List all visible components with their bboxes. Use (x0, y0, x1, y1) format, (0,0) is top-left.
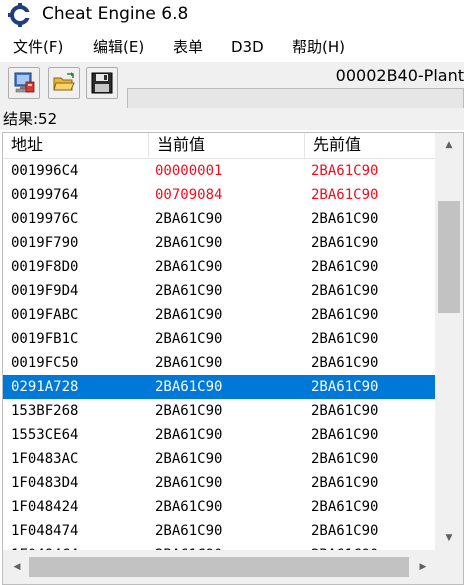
table-row[interactable]: 0019FB1C 2BA61C90 2BA61C90 (3, 327, 435, 351)
address-cell: 1F048474 (11, 523, 79, 539)
previous-value-cell: 2BA61C90 (311, 427, 379, 443)
previous-value-cell: 2BA61C90 (311, 355, 379, 371)
previous-value-cell: 2BA61C90 (311, 403, 379, 419)
previous-value-cell: 2BA61C90 (311, 451, 379, 467)
table-row[interactable]: 1F048424 2BA61C90 2BA61C90 (3, 495, 435, 519)
column-header-previous-value[interactable]: 先前值 (305, 133, 435, 159)
scroll-right-icon[interactable]: ▶ (413, 557, 433, 577)
address-cell: 00199764 (11, 187, 79, 203)
save-icon (91, 72, 113, 94)
toolbar: 00002B40-Plant (0, 62, 464, 110)
address-cell: 153BF268 (11, 403, 79, 419)
previous-value-cell: 2BA61C90 (311, 283, 379, 299)
menu-help[interactable]: 帮助(H) (292, 37, 345, 57)
scroll-left-icon[interactable]: ◀ (7, 557, 27, 577)
address-cell: 1F0483AC (11, 451, 79, 467)
current-value-cell: 2BA61C90 (155, 451, 223, 467)
address-cell: 0019FC50 (11, 355, 79, 371)
current-value-cell: 2BA61C90 (155, 259, 223, 275)
previous-value-cell: 2BA61C90 (311, 379, 379, 395)
current-value-cell: 2BA61C90 (155, 475, 223, 491)
vertical-scroll-thumb[interactable] (438, 201, 460, 313)
previous-value-cell: 2BA61C90 (311, 211, 379, 227)
address-cell: 001996C4 (11, 163, 79, 179)
menu-table[interactable]: 表单 (173, 37, 203, 57)
open-folder-icon (53, 72, 75, 91)
previous-value-cell: 2BA61C90 (311, 235, 379, 251)
scroll-up-icon[interactable]: ▲ (435, 135, 463, 155)
previous-value-cell: 2BA61C90 (311, 259, 379, 275)
horizontal-scroll-thumb[interactable] (29, 557, 409, 577)
table-row[interactable]: 001996C4 00000001 2BA61C90 (3, 159, 435, 183)
table-row[interactable]: 1553CE64 2BA61C90 2BA61C90 (3, 423, 435, 447)
address-cell: 0291A728 (11, 379, 79, 395)
table-row[interactable]: 0019F790 2BA61C90 2BA61C90 (3, 231, 435, 255)
table-row[interactable]: 1F048474 2BA61C90 2BA61C90 (3, 519, 435, 543)
menu-file[interactable]: 文件(F) (13, 37, 63, 57)
menu-edit[interactable]: 编辑(E) (93, 37, 144, 57)
current-value-cell: 2BA61C90 (155, 211, 223, 227)
list-header: 地址 当前值 先前值 (3, 133, 435, 159)
result-rows: 001996C4 00000001 2BA61C90 00199764 00709084… (3, 159, 435, 567)
window-title: Cheat Engine 6.8 (42, 4, 189, 24)
results-row: 结果:52 (0, 108, 464, 130)
address-cell: 0019FABC (11, 307, 79, 323)
menu-d3d[interactable]: D3D (231, 37, 264, 57)
previous-value-cell: 2BA61C90 (311, 499, 379, 515)
address-cell: 1553CE64 (11, 427, 79, 443)
table-row[interactable]: 1F0483D4 2BA61C90 2BA61C90 (3, 471, 435, 495)
current-value-cell: 2BA61C90 (155, 499, 223, 515)
scrollbar-corner (435, 550, 463, 584)
current-value-cell: 2BA61C90 (155, 379, 223, 395)
address-cell: 1F048424 (11, 499, 79, 515)
current-value-cell: 2BA61C90 (155, 427, 223, 443)
table-row[interactable]: 00199764 00709084 2BA61C90 (3, 183, 435, 207)
current-value-cell: 2BA61C90 (155, 235, 223, 251)
current-value-cell: 00000001 (155, 163, 223, 179)
column-header-address[interactable]: 地址 (3, 133, 149, 159)
table-row[interactable]: 153BF268 2BA61C90 2BA61C90 (3, 399, 435, 423)
menu-bar: 文件(F) 编辑(E) 表单 D3D 帮助(H) (0, 34, 464, 60)
attached-process-label: 00002B40-Plant (335, 66, 464, 85)
previous-value-cell: 2BA61C90 (311, 307, 379, 323)
current-value-cell: 2BA61C90 (155, 403, 223, 419)
table-row[interactable]: 0291A728 2BA61C90 2BA61C90 (3, 375, 435, 399)
results-list[interactable]: 地址 当前值 先前值 001996C4 00000001 2BA61C90 00199… (2, 132, 464, 585)
previous-value-cell: 2BA61C90 (311, 523, 379, 539)
address-cell: 0019976C (11, 211, 79, 227)
current-value-cell: 2BA61C90 (155, 523, 223, 539)
save-button[interactable] (86, 67, 118, 99)
table-row[interactable]: 0019F9D4 2BA61C90 2BA61C90 (3, 279, 435, 303)
select-process-button[interactable] (8, 67, 40, 99)
scan-progress-bar (127, 88, 464, 110)
table-row[interactable]: 0019FABC 2BA61C90 2BA61C90 (3, 303, 435, 327)
table-row[interactable]: 1F0483AC 2BA61C90 2BA61C90 (3, 447, 435, 471)
current-value-cell: 2BA61C90 (155, 283, 223, 299)
address-cell: 0019F790 (11, 235, 79, 251)
scroll-down-icon[interactable]: ▼ (435, 528, 463, 548)
table-row[interactable]: 0019976C 2BA61C90 2BA61C90 (3, 207, 435, 231)
previous-value-cell: 2BA61C90 (311, 331, 379, 347)
select-process-icon (14, 72, 35, 93)
address-cell: 0019F8D0 (11, 259, 79, 275)
title-bar[interactable]: Cheat Engine 6.8 (0, 0, 464, 30)
address-cell: 0019FB1C (11, 331, 79, 347)
address-cell: 1F0483D4 (11, 475, 79, 491)
current-value-cell: 2BA61C90 (155, 331, 223, 347)
current-value-cell: 00709084 (155, 187, 223, 203)
address-cell: 0019F9D4 (11, 283, 79, 299)
cheat-engine-logo-icon (8, 3, 31, 27)
results-count: 结果:52 (3, 110, 58, 128)
open-button[interactable] (48, 67, 80, 99)
vertical-scrollbar[interactable]: ▲ ▼ (435, 133, 463, 550)
table-row[interactable]: 0019F8D0 2BA61C90 2BA61C90 (3, 255, 435, 279)
previous-value-cell: 2BA61C90 (311, 187, 379, 203)
previous-value-cell: 2BA61C90 (311, 475, 379, 491)
current-value-cell: 2BA61C90 (155, 307, 223, 323)
column-header-current-value[interactable]: 当前值 (149, 133, 305, 159)
previous-value-cell: 2BA61C90 (311, 163, 379, 179)
current-value-cell: 2BA61C90 (155, 355, 223, 371)
table-row[interactable]: 0019FC50 2BA61C90 2BA61C90 (3, 351, 435, 375)
horizontal-scrollbar[interactable]: ◀ ▶ (3, 550, 463, 584)
